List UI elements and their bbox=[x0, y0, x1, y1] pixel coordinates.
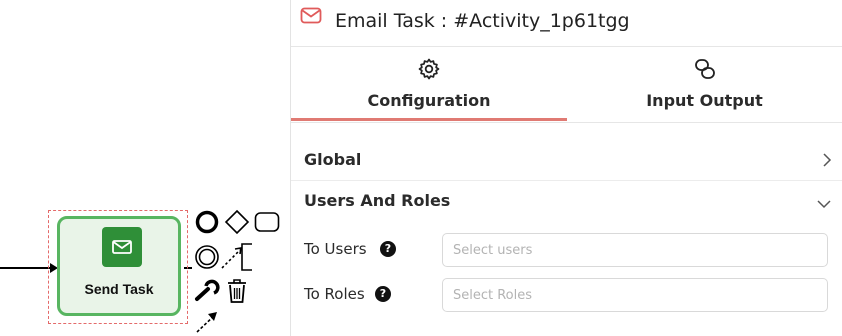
section-users-and-roles[interactable]: Users And Roles bbox=[291, 181, 842, 219]
end-event-icon[interactable] bbox=[195, 210, 219, 234]
trash-icon[interactable] bbox=[225, 278, 249, 304]
section-users-and-roles-title: Users And Roles bbox=[304, 191, 451, 210]
panel-header: Email Task : #Activity_1p61tgg bbox=[291, 0, 842, 47]
intermediate-event-icon[interactable] bbox=[194, 244, 220, 270]
sequence-flow-icon[interactable] bbox=[194, 308, 220, 334]
section-global[interactable]: Global bbox=[291, 131, 842, 181]
help-icon[interactable]: ? bbox=[375, 286, 391, 302]
to-users-select[interactable] bbox=[442, 233, 828, 267]
task-icon[interactable] bbox=[254, 211, 280, 233]
properties-panel: Email Task : #Activity_1p61tgg Configura… bbox=[290, 0, 842, 336]
diagram-canvas[interactable]: Send Task bbox=[0, 0, 290, 336]
link-icon bbox=[693, 57, 717, 85]
gateway-icon[interactable] bbox=[224, 209, 250, 235]
tab-input-output-label: Input Output bbox=[646, 91, 763, 110]
tab-configuration-label: Configuration bbox=[367, 91, 491, 110]
tab-input-output[interactable]: Input Output bbox=[567, 47, 842, 122]
envelope-icon bbox=[300, 7, 322, 29]
to-users-label: To Users bbox=[304, 240, 367, 258]
active-tab-indicator bbox=[291, 118, 567, 121]
tab-bar: Configuration Input Output bbox=[291, 47, 842, 123]
send-task-node[interactable]: Send Task bbox=[57, 216, 181, 316]
envelope-icon bbox=[102, 227, 142, 267]
gear-icon bbox=[417, 57, 441, 85]
chevron-right-icon[interactable] bbox=[822, 152, 832, 172]
text-annotation-icon[interactable] bbox=[240, 243, 254, 271]
to-users-row: To Users ? bbox=[291, 232, 842, 268]
section-global-title: Global bbox=[304, 150, 362, 169]
tab-configuration[interactable]: Configuration bbox=[291, 47, 567, 122]
wrench-icon[interactable] bbox=[194, 278, 220, 302]
help-icon[interactable]: ? bbox=[380, 241, 396, 257]
chevron-down-icon[interactable] bbox=[816, 194, 832, 213]
to-roles-label: To Roles bbox=[304, 285, 365, 303]
to-roles-select[interactable] bbox=[442, 278, 828, 312]
incoming-sequence-flow[interactable] bbox=[0, 267, 52, 269]
panel-title: Email Task : #Activity_1p61tgg bbox=[335, 10, 630, 32]
task-label: Send Task bbox=[84, 281, 154, 297]
to-roles-row: To Roles ? bbox=[291, 277, 842, 313]
